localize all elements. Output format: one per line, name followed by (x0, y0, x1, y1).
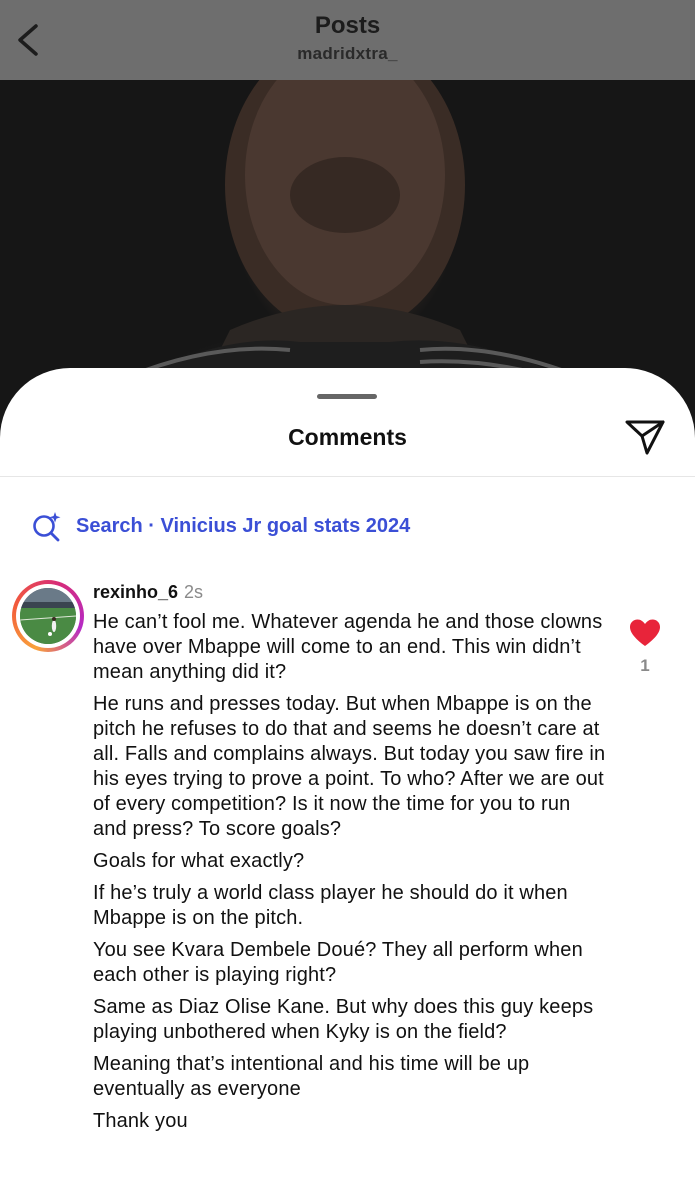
comment-paragraph: Goals for what exactly? (93, 850, 305, 872)
comment-paragraph: If he’s truly a world class player he sh… (93, 882, 568, 929)
top-bar: Posts madridxtra_ (0, 0, 695, 80)
sparkle-search-icon (33, 512, 61, 542)
comment-paragraph: Thank you (93, 1110, 188, 1132)
comment-time: 2s (184, 582, 204, 602)
like-count: 1 (640, 656, 650, 675)
comment-text: He can’t fool me. Whatever agenda he and… (93, 610, 608, 1141)
comment-username[interactable]: rexinho_6 (93, 582, 178, 602)
heart-icon (630, 619, 660, 646)
page-title: Posts (314, 12, 381, 39)
sheet-title: Comments (288, 424, 407, 450)
sheet-grabber[interactable] (317, 394, 377, 399)
comment-paragraph: He runs and presses today. But when Mbap… (93, 693, 606, 840)
comment-paragraph: He can’t fool me. Whatever agenda he and… (93, 611, 603, 683)
comment-paragraph: Meaning that’s intentional and his time … (93, 1053, 530, 1100)
divider (0, 476, 695, 477)
comment-paragraph: Same as Diaz Olise Kane. But why does th… (93, 996, 594, 1043)
search-suggestion-label: Search · Vinicius Jr goal stats 2024 (76, 514, 411, 537)
post-image (0, 80, 695, 410)
comment-paragraph: You see Kvara Dembele Doué? They all per… (93, 939, 583, 986)
account-name[interactable]: madridxtra_ (0, 44, 695, 64)
comments-sheet: Comments Search · Vinicius Jr goal stats… (0, 368, 695, 1200)
share-button[interactable] (622, 416, 668, 456)
search-suggestion[interactable]: Search · Vinicius Jr goal stats 2024 (30, 508, 410, 544)
comment-header: rexinho_6 2s (93, 582, 203, 603)
send-icon (625, 420, 665, 455)
avatar-photo (20, 588, 76, 644)
like-button[interactable] (628, 618, 662, 648)
avatar[interactable] (12, 580, 84, 652)
